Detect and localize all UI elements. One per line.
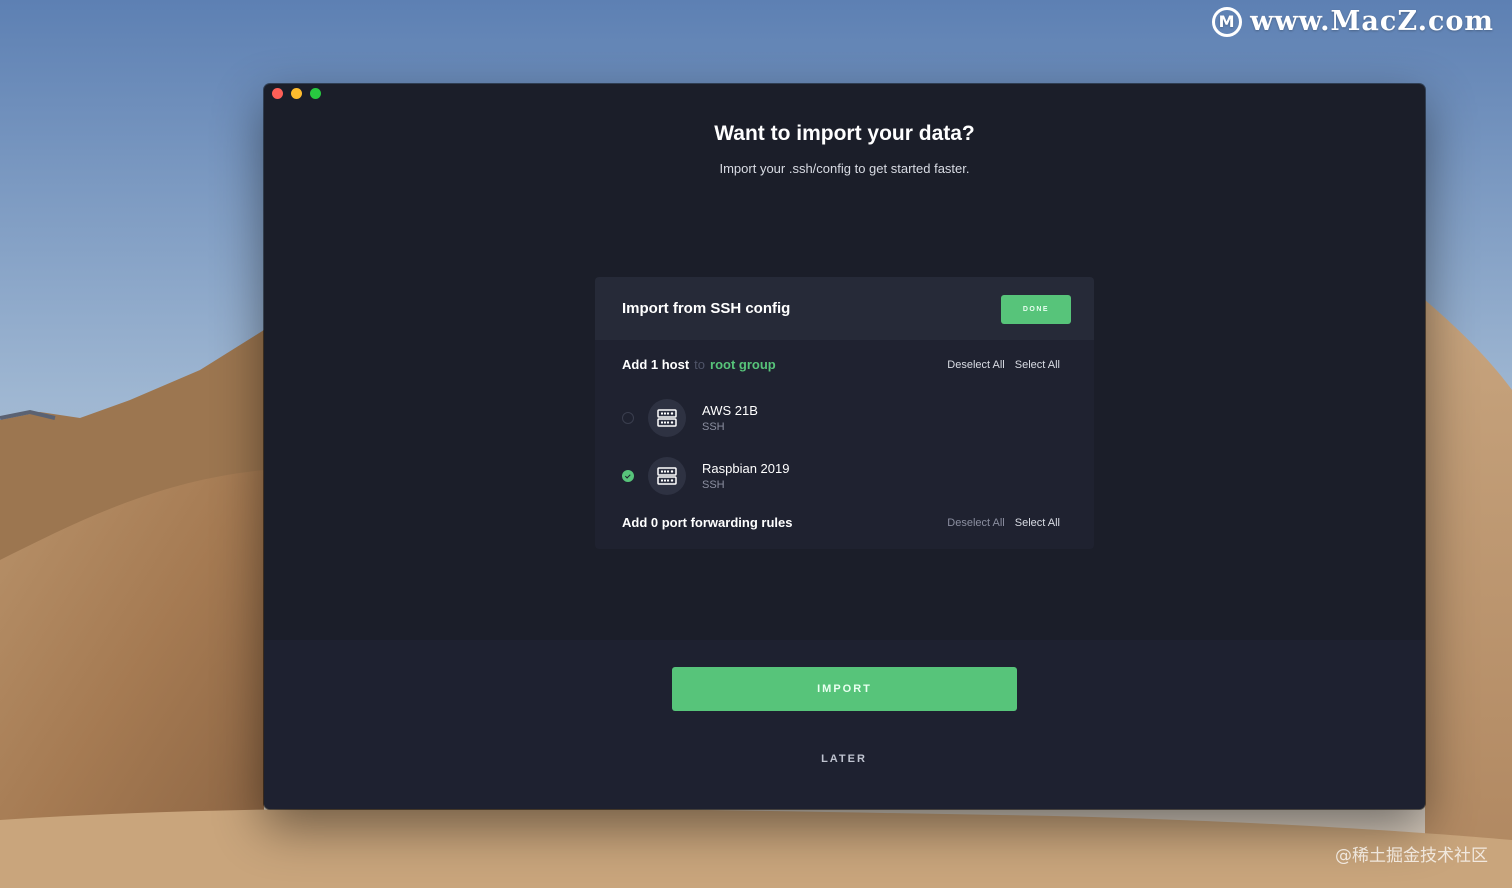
app-window: Want to import your data? Import your .s… — [264, 84, 1425, 809]
to-label: to — [694, 357, 706, 372]
minimize-window-button[interactable] — [291, 88, 302, 99]
host-row[interactable]: AWS 21B SSH — [622, 398, 922, 438]
ssh-import-panel: Import from SSH config DONE Add 1 host to… — [595, 277, 1094, 549]
hosts-summary: Add 1 host to root group — [622, 357, 776, 372]
panel-title: Import from SSH config — [622, 300, 791, 317]
macz-logo-icon: M — [1212, 6, 1243, 37]
host-type: SSH — [702, 479, 725, 491]
host-name: AWS 21B — [702, 403, 758, 418]
rules-count-label: Add 0 port forwarding rules — [622, 515, 793, 530]
watermark-text: www.MacZ.com — [1250, 6, 1494, 37]
hosts-actions: Deselect All Select All — [947, 359, 1060, 371]
done-button[interactable]: DONE — [1001, 295, 1071, 324]
window-footer-band — [264, 640, 1425, 809]
watermark-bottom: @稀土掘金技术社区 — [1335, 846, 1488, 866]
host-type: SSH — [702, 421, 725, 433]
host-text: Raspbian 2019 SSH — [702, 461, 789, 491]
import-button[interactable]: IMPORT — [672, 667, 1017, 711]
zoom-window-button[interactable] — [310, 88, 321, 99]
hosts-section-header: Add 1 host to root group Deselect All Sele… — [622, 357, 1060, 372]
window-controls — [272, 88, 321, 99]
server-icon — [648, 457, 686, 495]
rules-deselect-all-button[interactable]: Deselect All — [947, 517, 1004, 529]
hosts-count-label: Add 1 host — [622, 357, 690, 372]
later-button[interactable]: LATER — [794, 749, 894, 769]
hosts-deselect-all-button[interactable]: Deselect All — [947, 359, 1004, 371]
host-text: AWS 21B SSH — [702, 403, 758, 433]
panel-header: Import from SSH config DONE — [595, 277, 1094, 340]
rules-section-header: Add 0 port forwarding rules Deselect All… — [622, 515, 1060, 530]
rules-actions: Deselect All Select All — [947, 517, 1060, 529]
host-row[interactable]: Raspbian 2019 SSH — [622, 456, 922, 496]
hosts-select-all-button[interactable]: Select All — [1015, 359, 1060, 371]
group-link[interactable]: root group — [710, 357, 776, 372]
watermark-top: M www.MacZ.com — [1212, 6, 1494, 37]
host-name: Raspbian 2019 — [702, 461, 790, 476]
page-title: Want to import your data? — [714, 122, 975, 145]
close-window-button[interactable] — [272, 88, 283, 99]
page-subtitle: Import your .ssh/config to get started f… — [719, 161, 970, 176]
host-select-radio-checked[interactable] — [622, 470, 634, 482]
server-icon — [648, 399, 686, 437]
host-select-radio[interactable] — [622, 412, 634, 424]
rules-select-all-button[interactable]: Select All — [1015, 517, 1060, 529]
